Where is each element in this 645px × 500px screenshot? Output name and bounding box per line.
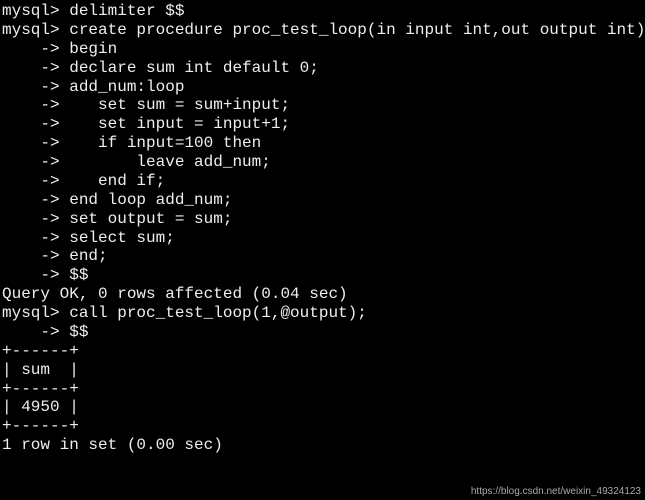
- terminal-line: -> begin: [2, 40, 645, 59]
- terminal-line: | sum |: [2, 361, 645, 380]
- terminal-output: mysql> delimiter $$mysql> create procedu…: [0, 0, 645, 455]
- terminal-line: -> end;: [2, 247, 645, 266]
- terminal-line: | 4950 |: [2, 398, 645, 417]
- terminal-line: -> $$: [2, 266, 645, 285]
- terminal-line: mysql> delimiter $$: [2, 2, 645, 21]
- terminal-line: +------+: [2, 342, 645, 361]
- terminal-line: -> $$: [2, 323, 645, 342]
- terminal-line: -> declare sum int default 0;: [2, 59, 645, 78]
- terminal-line: -> add_num:loop: [2, 78, 645, 97]
- terminal-line: mysql> call proc_test_loop(1,@output);: [2, 304, 645, 323]
- terminal-line: -> set sum = sum+input;: [2, 96, 645, 115]
- terminal-line: mysql> create procedure proc_test_loop(i…: [2, 21, 645, 40]
- terminal-line: -> set output = sum;: [2, 210, 645, 229]
- watermark-text: https://blog.csdn.net/weixin_49324123: [471, 486, 641, 498]
- terminal-line: -> end if;: [2, 172, 645, 191]
- terminal-line: -> end loop add_num;: [2, 191, 645, 210]
- terminal-line: -> select sum;: [2, 229, 645, 248]
- terminal-line: 1 row in set (0.00 sec): [2, 436, 645, 455]
- terminal-line: -> if input=100 then: [2, 134, 645, 153]
- terminal-line: -> leave add_num;: [2, 153, 645, 172]
- terminal-line: Query OK, 0 rows affected (0.04 sec): [2, 285, 645, 304]
- terminal-line: +------+: [2, 417, 645, 436]
- terminal-line: +------+: [2, 380, 645, 399]
- terminal-line: -> set input = input+1;: [2, 115, 645, 134]
